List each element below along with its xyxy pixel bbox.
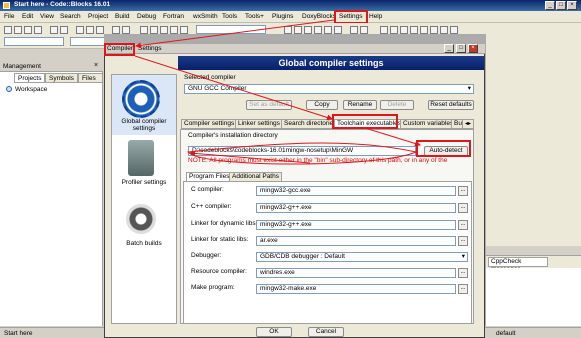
arrow-to-install-dir [189,150,311,164]
arrow-install-dir-loop [187,142,417,165]
annotation-arrows [134,19,421,165]
arrow-compiler-to-toolchain [134,55,333,121]
arrow-toolchain-to-autodetect [364,127,421,147]
arrow-settings-to-compiler [135,19,335,49]
